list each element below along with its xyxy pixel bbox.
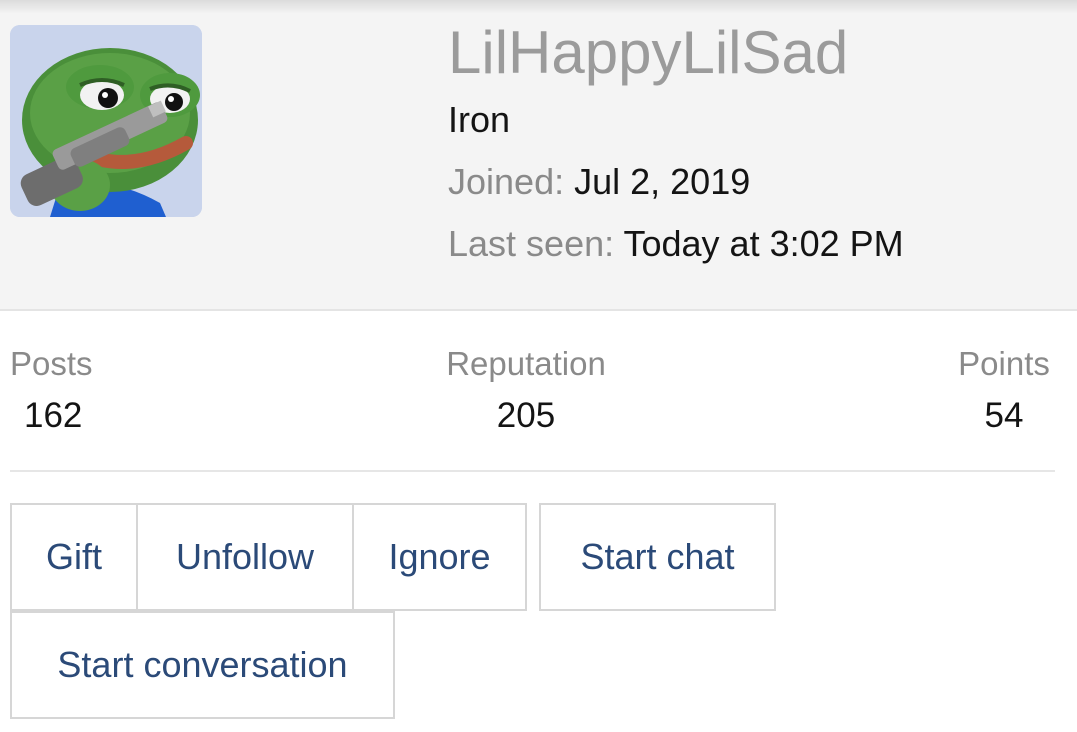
last-seen-label: Last seen:	[448, 223, 615, 264]
member-profile-page: LilHappyLilSad Iron Joined: Jul 2, 2019 …	[0, 0, 1077, 732]
gift-button[interactable]: Gift	[10, 503, 138, 611]
stat-posts-value: 162	[24, 396, 83, 435]
unfollow-button[interactable]: Unfollow	[136, 503, 354, 611]
start-chat-button[interactable]: Start chat	[539, 503, 776, 611]
pepe-frog-avatar-icon	[10, 25, 202, 217]
member-stats: Posts 162 Reputation 205 Points 54	[10, 340, 1055, 472]
joined-value: Jul 2, 2019	[574, 161, 751, 202]
user-title: Iron	[448, 99, 511, 140]
last-seen-value: Today at 3:02 PM	[623, 223, 904, 264]
user-info: LilHappyLilSad Iron Joined: Jul 2, 2019 …	[448, 18, 1068, 270]
stat-posts-label: Posts	[10, 345, 93, 382]
stat-reputation-value: 205	[496, 396, 556, 435]
start-conversation-button[interactable]: Start conversation	[10, 611, 395, 719]
stat-posts[interactable]: Posts 162	[10, 340, 93, 442]
stat-reputation[interactable]: Reputation 205	[438, 340, 614, 442]
joined-row: Joined: Jul 2, 2019	[448, 156, 1068, 208]
stat-points[interactable]: Points 54	[953, 340, 1055, 442]
stat-points-label: Points	[958, 345, 1050, 382]
last-seen-row: Last seen: Today at 3:02 PM	[448, 218, 1068, 270]
joined-label: Joined:	[448, 161, 565, 202]
top-shadow	[0, 0, 1077, 14]
stat-points-value: 54	[984, 396, 1024, 435]
stat-reputation-label: Reputation	[446, 345, 606, 382]
ignore-button[interactable]: Ignore	[352, 503, 527, 611]
avatar[interactable]	[10, 25, 202, 217]
username: LilHappyLilSad	[448, 19, 849, 86]
profile-header: LilHappyLilSad Iron Joined: Jul 2, 2019 …	[0, 0, 1077, 311]
